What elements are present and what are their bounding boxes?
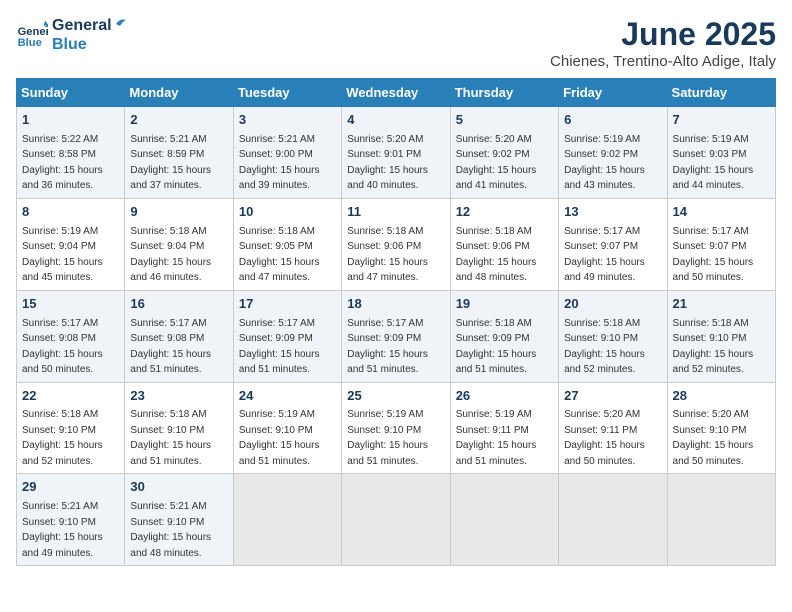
logo-bird-icon <box>106 16 126 36</box>
calendar-day-21: 21Sunrise: 5:18 AMSunset: 9:10 PMDayligh… <box>667 290 775 382</box>
calendar-day-13: 13Sunrise: 5:17 AMSunset: 9:07 PMDayligh… <box>559 198 667 290</box>
month-title: June 2025 <box>550 16 776 53</box>
calendar-day-28: 28Sunrise: 5:20 AMSunset: 9:10 PMDayligh… <box>667 382 775 474</box>
day-header-saturday: Saturday <box>667 79 775 107</box>
svg-text:Blue: Blue <box>18 37 42 49</box>
calendar-table: SundayMondayTuesdayWednesdayThursdayFrid… <box>16 78 776 566</box>
calendar-header-row: SundayMondayTuesdayWednesdayThursdayFrid… <box>17 79 776 107</box>
calendar-day-24: 24Sunrise: 5:19 AMSunset: 9:10 PMDayligh… <box>233 382 341 474</box>
calendar-day-empty <box>233 474 341 566</box>
calendar-day-30: 30Sunrise: 5:21 AMSunset: 9:10 PMDayligh… <box>125 474 233 566</box>
calendar-day-22: 22Sunrise: 5:18 AMSunset: 9:10 PMDayligh… <box>17 382 125 474</box>
logo-icon: General Blue <box>16 19 48 51</box>
logo-text-blue: Blue <box>52 35 112 54</box>
calendar-day-25: 25Sunrise: 5:19 AMSunset: 9:10 PMDayligh… <box>342 382 450 474</box>
location-title: Chienes, Trentino-Alto Adige, Italy <box>550 53 776 70</box>
page-header: General Blue General Blue June 2025 Chie… <box>16 16 776 70</box>
calendar-week-3: 15Sunrise: 5:17 AMSunset: 9:08 PMDayligh… <box>17 290 776 382</box>
calendar-day-8: 8Sunrise: 5:19 AMSunset: 9:04 PMDaylight… <box>17 198 125 290</box>
calendar-day-20: 20Sunrise: 5:18 AMSunset: 9:10 PMDayligh… <box>559 290 667 382</box>
calendar-week-2: 8Sunrise: 5:19 AMSunset: 9:04 PMDaylight… <box>17 198 776 290</box>
calendar-day-7: 7Sunrise: 5:19 AMSunset: 9:03 PMDaylight… <box>667 107 775 199</box>
calendar-day-14: 14Sunrise: 5:17 AMSunset: 9:07 PMDayligh… <box>667 198 775 290</box>
svg-text:General: General <box>18 26 48 38</box>
calendar-day-18: 18Sunrise: 5:17 AMSunset: 9:09 PMDayligh… <box>342 290 450 382</box>
day-header-thursday: Thursday <box>450 79 558 107</box>
calendar-week-4: 22Sunrise: 5:18 AMSunset: 9:10 PMDayligh… <box>17 382 776 474</box>
calendar-week-1: 1Sunrise: 5:22 AMSunset: 8:58 PMDaylight… <box>17 107 776 199</box>
logo-text-general: General <box>52 16 112 35</box>
calendar-day-4: 4Sunrise: 5:20 AMSunset: 9:01 PMDaylight… <box>342 107 450 199</box>
calendar-day-empty <box>342 474 450 566</box>
calendar-day-3: 3Sunrise: 5:21 AMSunset: 9:00 PMDaylight… <box>233 107 341 199</box>
day-header-wednesday: Wednesday <box>342 79 450 107</box>
calendar-day-12: 12Sunrise: 5:18 AMSunset: 9:06 PMDayligh… <box>450 198 558 290</box>
title-area: June 2025 Chienes, Trentino-Alto Adige, … <box>550 16 776 70</box>
calendar-week-5: 29Sunrise: 5:21 AMSunset: 9:10 PMDayligh… <box>17 474 776 566</box>
calendar-day-empty <box>559 474 667 566</box>
calendar-day-29: 29Sunrise: 5:21 AMSunset: 9:10 PMDayligh… <box>17 474 125 566</box>
calendar-day-2: 2Sunrise: 5:21 AMSunset: 8:59 PMDaylight… <box>125 107 233 199</box>
calendar-day-27: 27Sunrise: 5:20 AMSunset: 9:11 PMDayligh… <box>559 382 667 474</box>
day-header-monday: Monday <box>125 79 233 107</box>
calendar-day-empty <box>667 474 775 566</box>
day-header-sunday: Sunday <box>17 79 125 107</box>
calendar-day-1: 1Sunrise: 5:22 AMSunset: 8:58 PMDaylight… <box>17 107 125 199</box>
calendar-day-empty <box>450 474 558 566</box>
calendar-day-15: 15Sunrise: 5:17 AMSunset: 9:08 PMDayligh… <box>17 290 125 382</box>
calendar-day-26: 26Sunrise: 5:19 AMSunset: 9:11 PMDayligh… <box>450 382 558 474</box>
calendar-day-19: 19Sunrise: 5:18 AMSunset: 9:09 PMDayligh… <box>450 290 558 382</box>
calendar-day-16: 16Sunrise: 5:17 AMSunset: 9:08 PMDayligh… <box>125 290 233 382</box>
calendar-day-17: 17Sunrise: 5:17 AMSunset: 9:09 PMDayligh… <box>233 290 341 382</box>
day-header-friday: Friday <box>559 79 667 107</box>
logo: General Blue General Blue <box>16 16 126 54</box>
calendar-day-10: 10Sunrise: 5:18 AMSunset: 9:05 PMDayligh… <box>233 198 341 290</box>
calendar-day-5: 5Sunrise: 5:20 AMSunset: 9:02 PMDaylight… <box>450 107 558 199</box>
calendar-day-11: 11Sunrise: 5:18 AMSunset: 9:06 PMDayligh… <box>342 198 450 290</box>
day-header-tuesday: Tuesday <box>233 79 341 107</box>
calendar-day-6: 6Sunrise: 5:19 AMSunset: 9:02 PMDaylight… <box>559 107 667 199</box>
calendar-day-23: 23Sunrise: 5:18 AMSunset: 9:10 PMDayligh… <box>125 382 233 474</box>
calendar-day-9: 9Sunrise: 5:18 AMSunset: 9:04 PMDaylight… <box>125 198 233 290</box>
